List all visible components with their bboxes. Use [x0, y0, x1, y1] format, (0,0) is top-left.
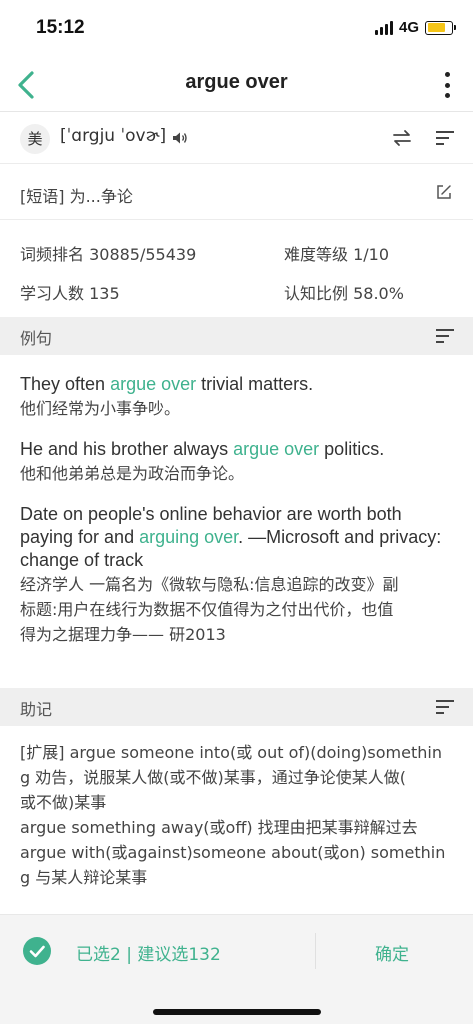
selection-count[interactable]: 已选2 | 建议选132	[76, 940, 221, 965]
battery-level	[427, 23, 445, 32]
mnemonic-title: 助记	[20, 700, 53, 719]
phonetic-text[interactable]: [ˈɑrgju ˈovɚ]	[60, 126, 166, 146]
examples-title: 例句	[20, 329, 53, 348]
edit-icon[interactable]	[436, 184, 452, 200]
mnemonic-line: argue something away(或off) 找理由把某事辩解过去	[20, 818, 418, 837]
example-highlight: arguing over	[139, 527, 239, 547]
example-item: He and his brother always argue over pol…	[20, 438, 453, 486]
phonetic-row: 美 [ˈɑrgju ˈovɚ]	[0, 112, 473, 164]
example-zh: 他们经常为小事争吵。	[20, 399, 181, 418]
mnemonic-content: [扩展] argue someone into(或 out of)(doing)…	[0, 726, 473, 914]
bottom-bar: 已选2 | 建议选132 确定	[0, 914, 473, 1024]
sort-icon[interactable]	[436, 699, 454, 715]
select-all-button[interactable]	[23, 937, 51, 965]
footer-divider	[315, 933, 316, 969]
stat-learners: 学习人数 135	[20, 284, 120, 303]
examples-header: 例句	[0, 317, 473, 355]
signal-icon	[374, 20, 393, 35]
example-item: Date on people's online behavior are wor…	[20, 503, 453, 647]
speaker-icon[interactable]	[172, 131, 188, 145]
stat-freq-rank: 词频排名 30885/55439	[20, 245, 197, 264]
example-highlight: argue over	[233, 439, 320, 459]
home-indicator	[153, 1009, 321, 1015]
examples-list: They often argue over trivial matters. 他…	[0, 355, 473, 688]
mnemonic-line: [扩展] argue someone into(或 out of)(doing)…	[20, 743, 442, 762]
status-bar: 15:12 4G	[0, 0, 473, 58]
more-button[interactable]	[443, 72, 451, 98]
mnemonic-line: g 与某人辩论某事	[20, 868, 148, 887]
battery-icon	[425, 20, 456, 35]
example-zh-line: 标题:用户在线行为数据不仅值得为之付出代价，也值	[20, 600, 394, 619]
mnemonic-line: g 劝告，说服某人做(或不做)某事，通过争论使某人做(	[20, 768, 406, 787]
example-en: Date on people's online behavior are wor…	[20, 504, 442, 570]
example-zh-line: 经济学人 一篇名为《微软与隐私:信息追踪的改变》副	[20, 575, 399, 594]
confirm-button[interactable]: 确定	[375, 940, 409, 965]
example-highlight: argue over	[110, 374, 197, 394]
definition-row: [短语] 为...争论	[0, 164, 473, 220]
status-time: 15:12	[36, 17, 85, 38]
page-title: argue over	[185, 71, 288, 93]
network-label: 4G	[398, 19, 419, 36]
mnemonic-header: 助记	[0, 688, 473, 726]
accent-badge[interactable]: 美	[20, 124, 50, 154]
nav-bar: argue over	[0, 58, 473, 112]
sort-icon[interactable]	[436, 130, 454, 146]
check-icon	[29, 945, 45, 958]
example-item: They often argue over trivial matters. 他…	[20, 373, 453, 421]
mnemonic-line: argue with(或against)someone about(或on) s…	[20, 843, 446, 862]
stat-difficulty: 难度等级 1/10	[284, 245, 390, 264]
mnemonic-line: 或不做)某事	[20, 793, 107, 812]
sort-icon[interactable]	[436, 328, 454, 344]
example-en: He and his brother always argue over pol…	[20, 439, 385, 459]
example-zh: 他和他弟弟总是为政治而争论。	[20, 464, 245, 483]
swap-icon[interactable]	[392, 129, 412, 147]
word-stats: 词频排名 30885/55439 难度等级 1/10 学习人数 135 认知比例…	[0, 220, 473, 317]
stat-cognition: 认知比例 58.0%	[284, 284, 404, 303]
example-en: They often argue over trivial matters.	[20, 374, 314, 394]
status-indicators: 4G	[374, 19, 456, 36]
definition-text: [短语] 为...争论	[20, 187, 133, 206]
example-zh-line: 得为之据理力争—— 研2013	[20, 625, 226, 644]
